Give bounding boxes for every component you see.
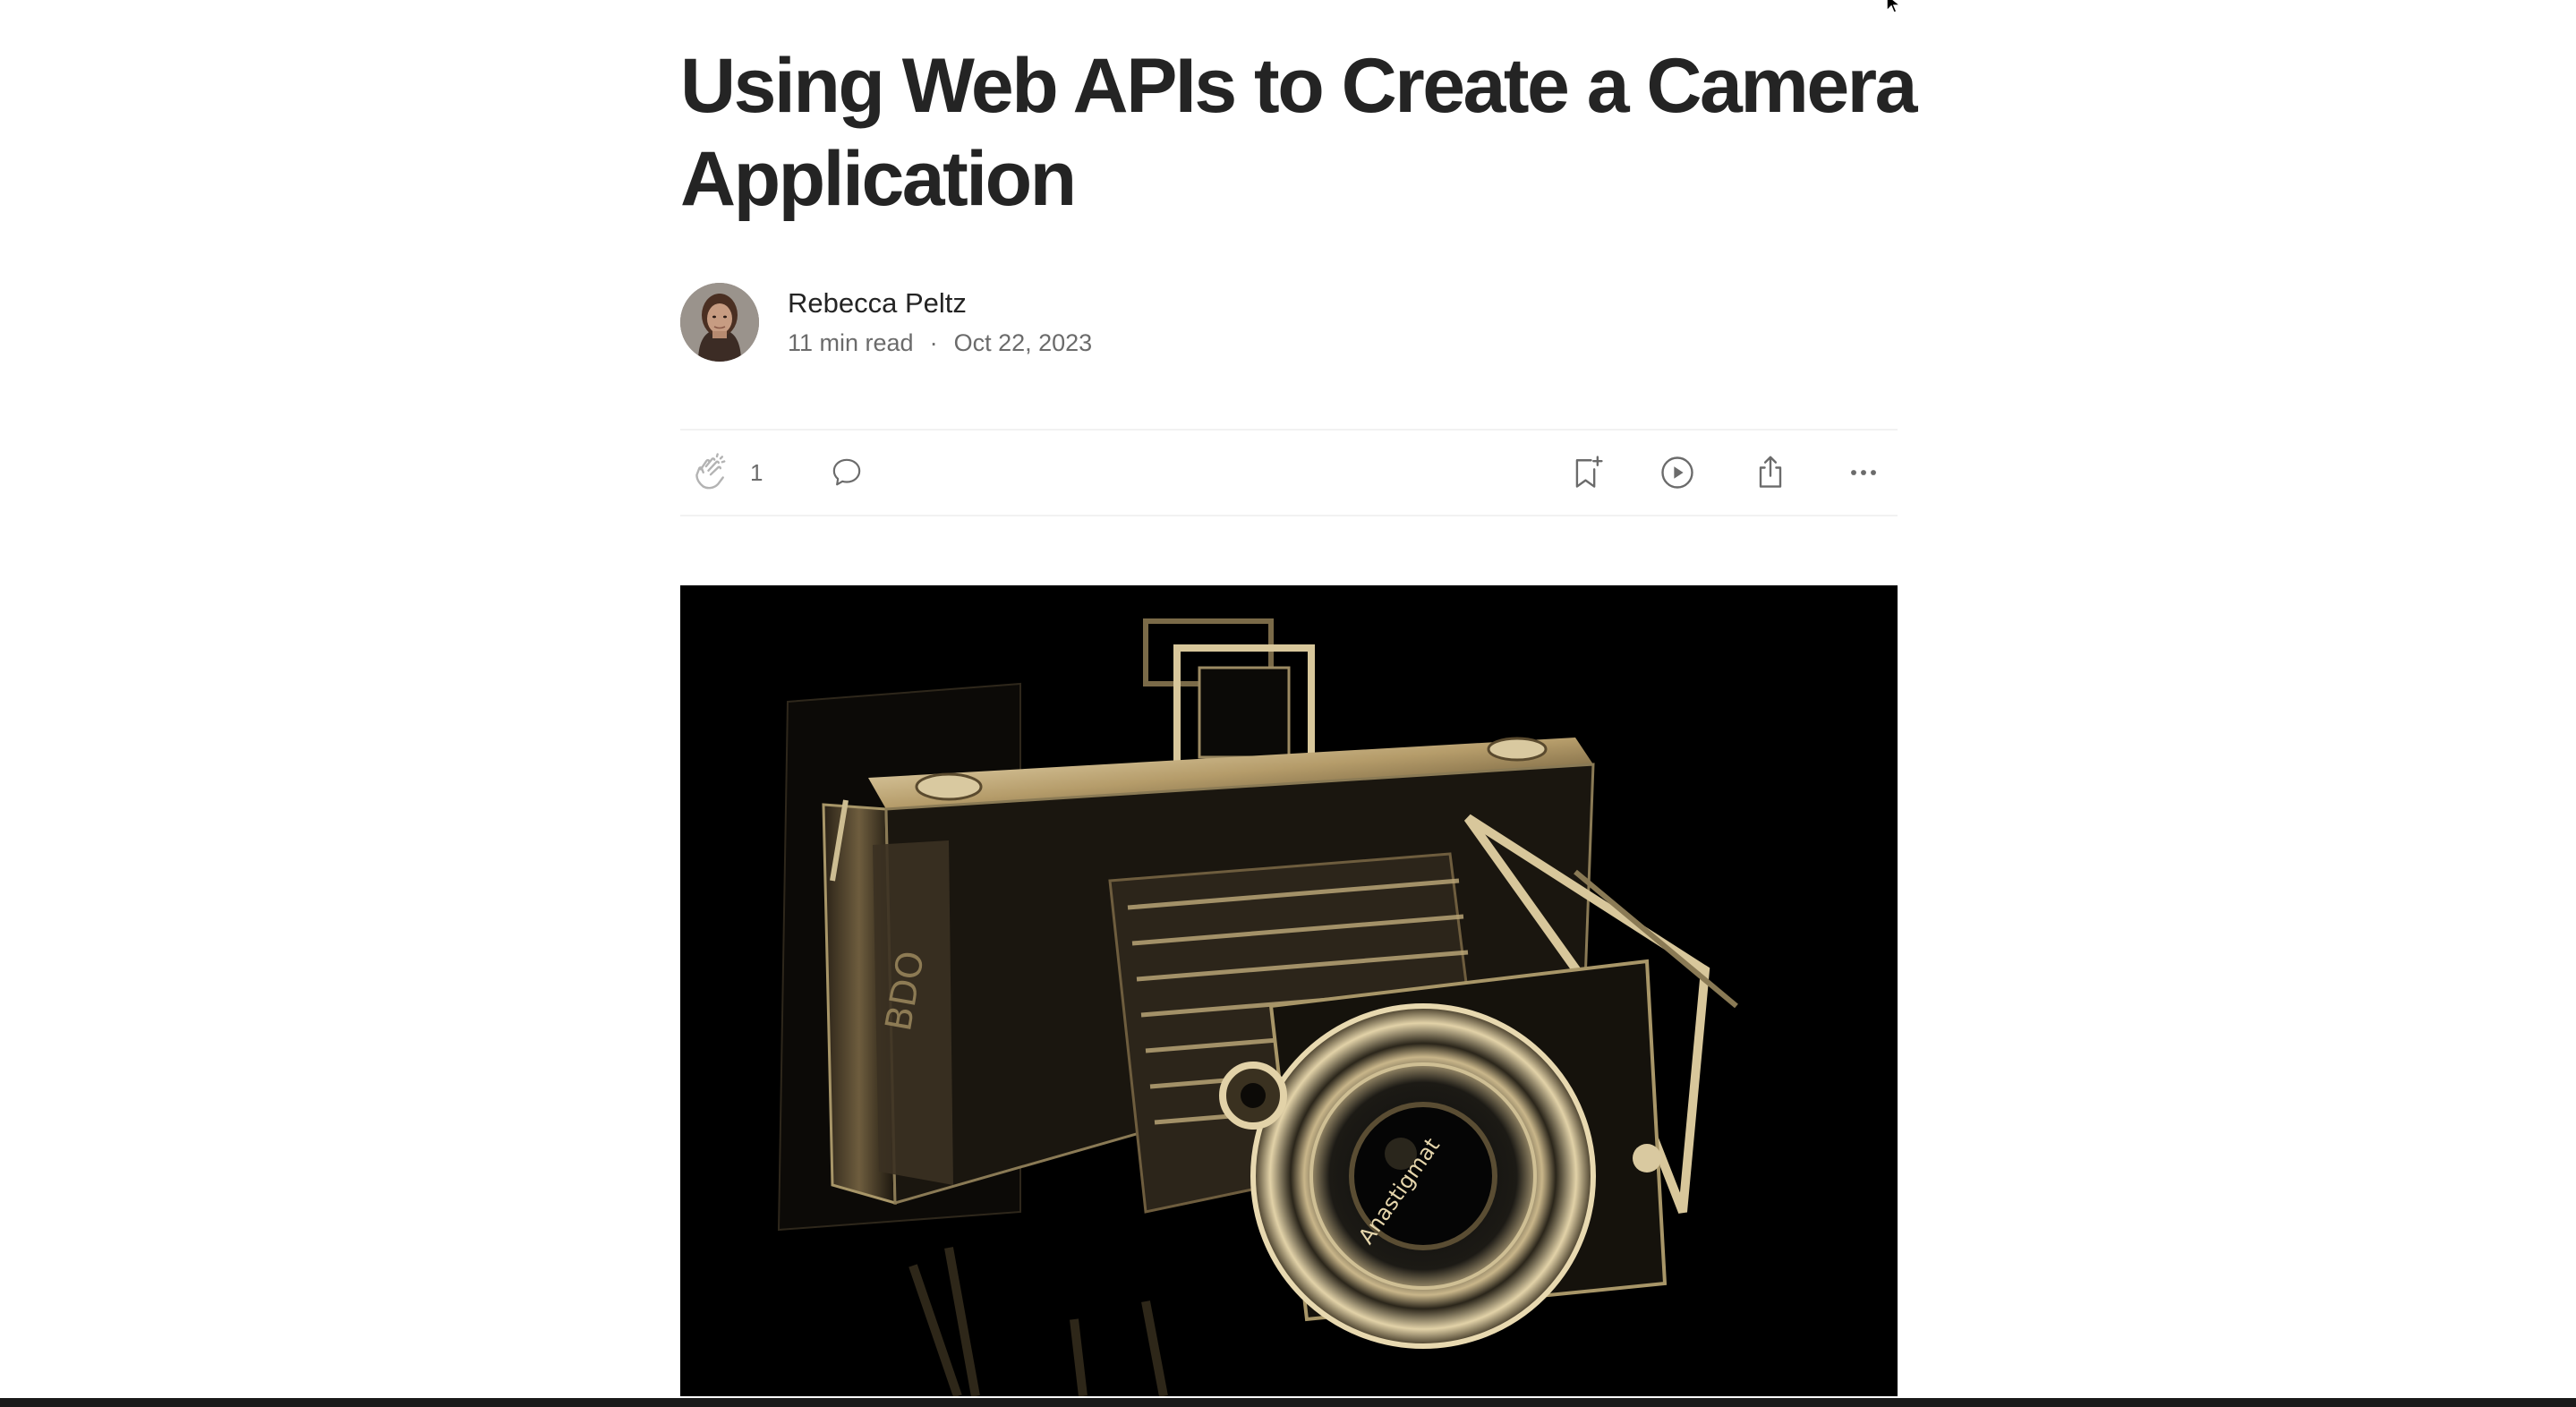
page: Using Web APIs to Create a Camera Applic… — [0, 0, 2576, 1407]
hero-image: BDO Anastigmat — [680, 585, 1898, 1396]
clap-icon — [695, 453, 726, 490]
avatar-portrait-icon — [680, 283, 759, 362]
camera-photo: BDO Anastigmat — [680, 585, 1898, 1396]
meta-separator: · — [929, 329, 938, 356]
byline-text: Rebecca Peltz 11 min read · Oct 22, 2023 — [788, 286, 1092, 359]
more-button[interactable] — [1844, 431, 1883, 515]
listen-button[interactable] — [1658, 431, 1697, 515]
publish-date: Oct 22, 2023 — [953, 329, 1093, 356]
more-icon — [1851, 470, 1876, 475]
byline: Rebecca Peltz 11 min read · Oct 22, 2023 — [680, 283, 1092, 362]
comment-button[interactable] — [829, 431, 865, 515]
clap-button[interactable]: 1 — [691, 431, 763, 515]
window-bottom-edge — [0, 1398, 2576, 1407]
author-avatar[interactable] — [680, 283, 759, 362]
comment-icon — [832, 458, 861, 486]
mouse-cursor-icon — [1886, 0, 1903, 13]
author-name[interactable]: Rebecca Peltz — [788, 286, 1092, 321]
clap-count: 1 — [750, 458, 763, 486]
share-button[interactable] — [1751, 431, 1790, 515]
read-time: 11 min read — [788, 329, 914, 356]
share-icon — [1759, 456, 1782, 488]
save-button[interactable] — [1566, 431, 1606, 515]
article-title: Using Web APIs to Create a Camera Applic… — [680, 43, 1917, 222]
article-action-bar: 1 — [680, 429, 1898, 516]
play-icon — [1661, 456, 1693, 489]
article-meta: 11 min read · Oct 22, 2023 — [788, 327, 1092, 359]
bookmark-add-icon — [1575, 456, 1603, 488]
